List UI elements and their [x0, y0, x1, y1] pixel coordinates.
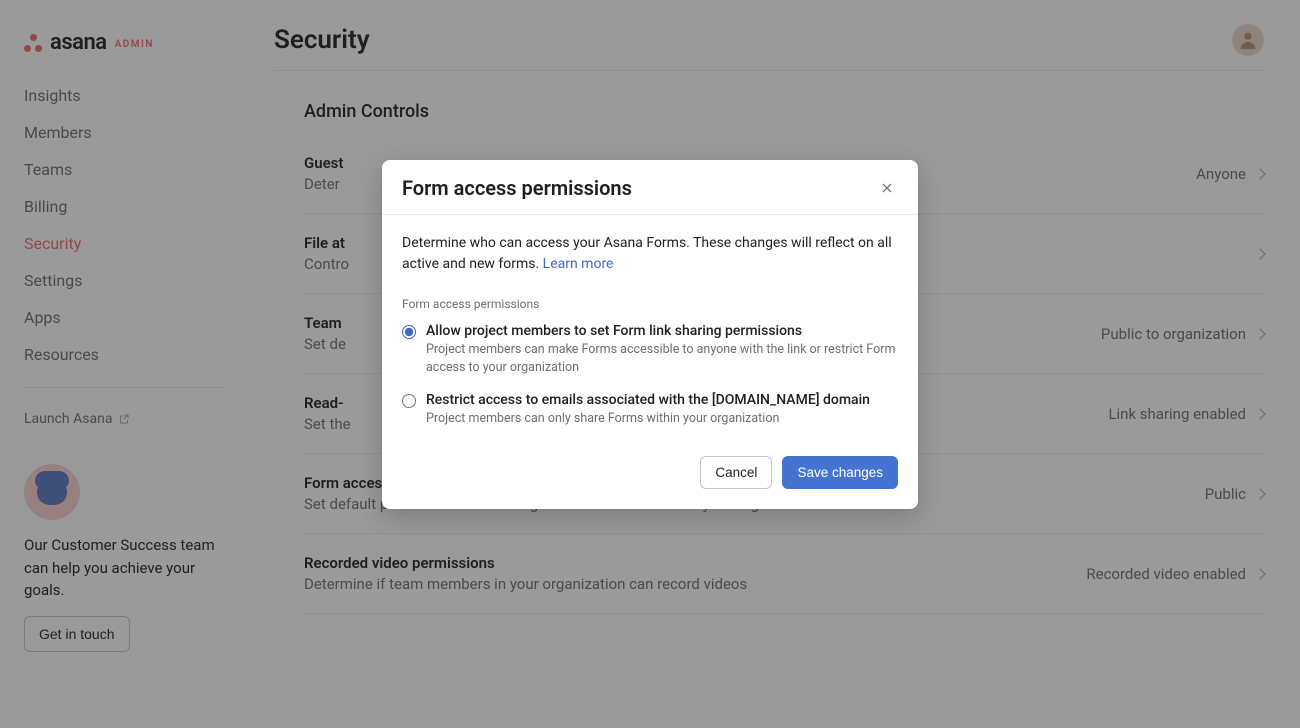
radio-allow-input[interactable] [402, 325, 416, 339]
radio-title: Allow project members to set Form link s… [426, 323, 898, 339]
close-icon [880, 181, 894, 195]
radio-restrict-input[interactable] [402, 394, 416, 408]
modal-description-text: Determine who can access your Asana Form… [402, 235, 892, 272]
modal-title: Form access permissions [402, 176, 632, 200]
modal-description: Determine who can access your Asana Form… [402, 233, 898, 275]
radio-desc: Project members can make Forms accessibl… [426, 341, 898, 376]
close-button[interactable] [876, 177, 898, 199]
radio-option-allow[interactable]: Allow project members to set Form link s… [402, 319, 898, 380]
modal-overlay[interactable]: Form access permissions Determine who ca… [0, 0, 1300, 728]
learn-more-link[interactable]: Learn more [543, 256, 614, 272]
save-changes-button[interactable]: Save changes [782, 456, 898, 489]
cancel-button[interactable]: Cancel [700, 456, 772, 489]
radio-option-restrict[interactable]: Restrict access to emails associated wit… [402, 388, 898, 432]
field-label: Form access permissions [402, 297, 898, 311]
radio-desc: Project members can only share Forms wit… [426, 410, 870, 428]
form-access-modal: Form access permissions Determine who ca… [382, 160, 918, 509]
radio-title: Restrict access to emails associated wit… [426, 392, 870, 408]
